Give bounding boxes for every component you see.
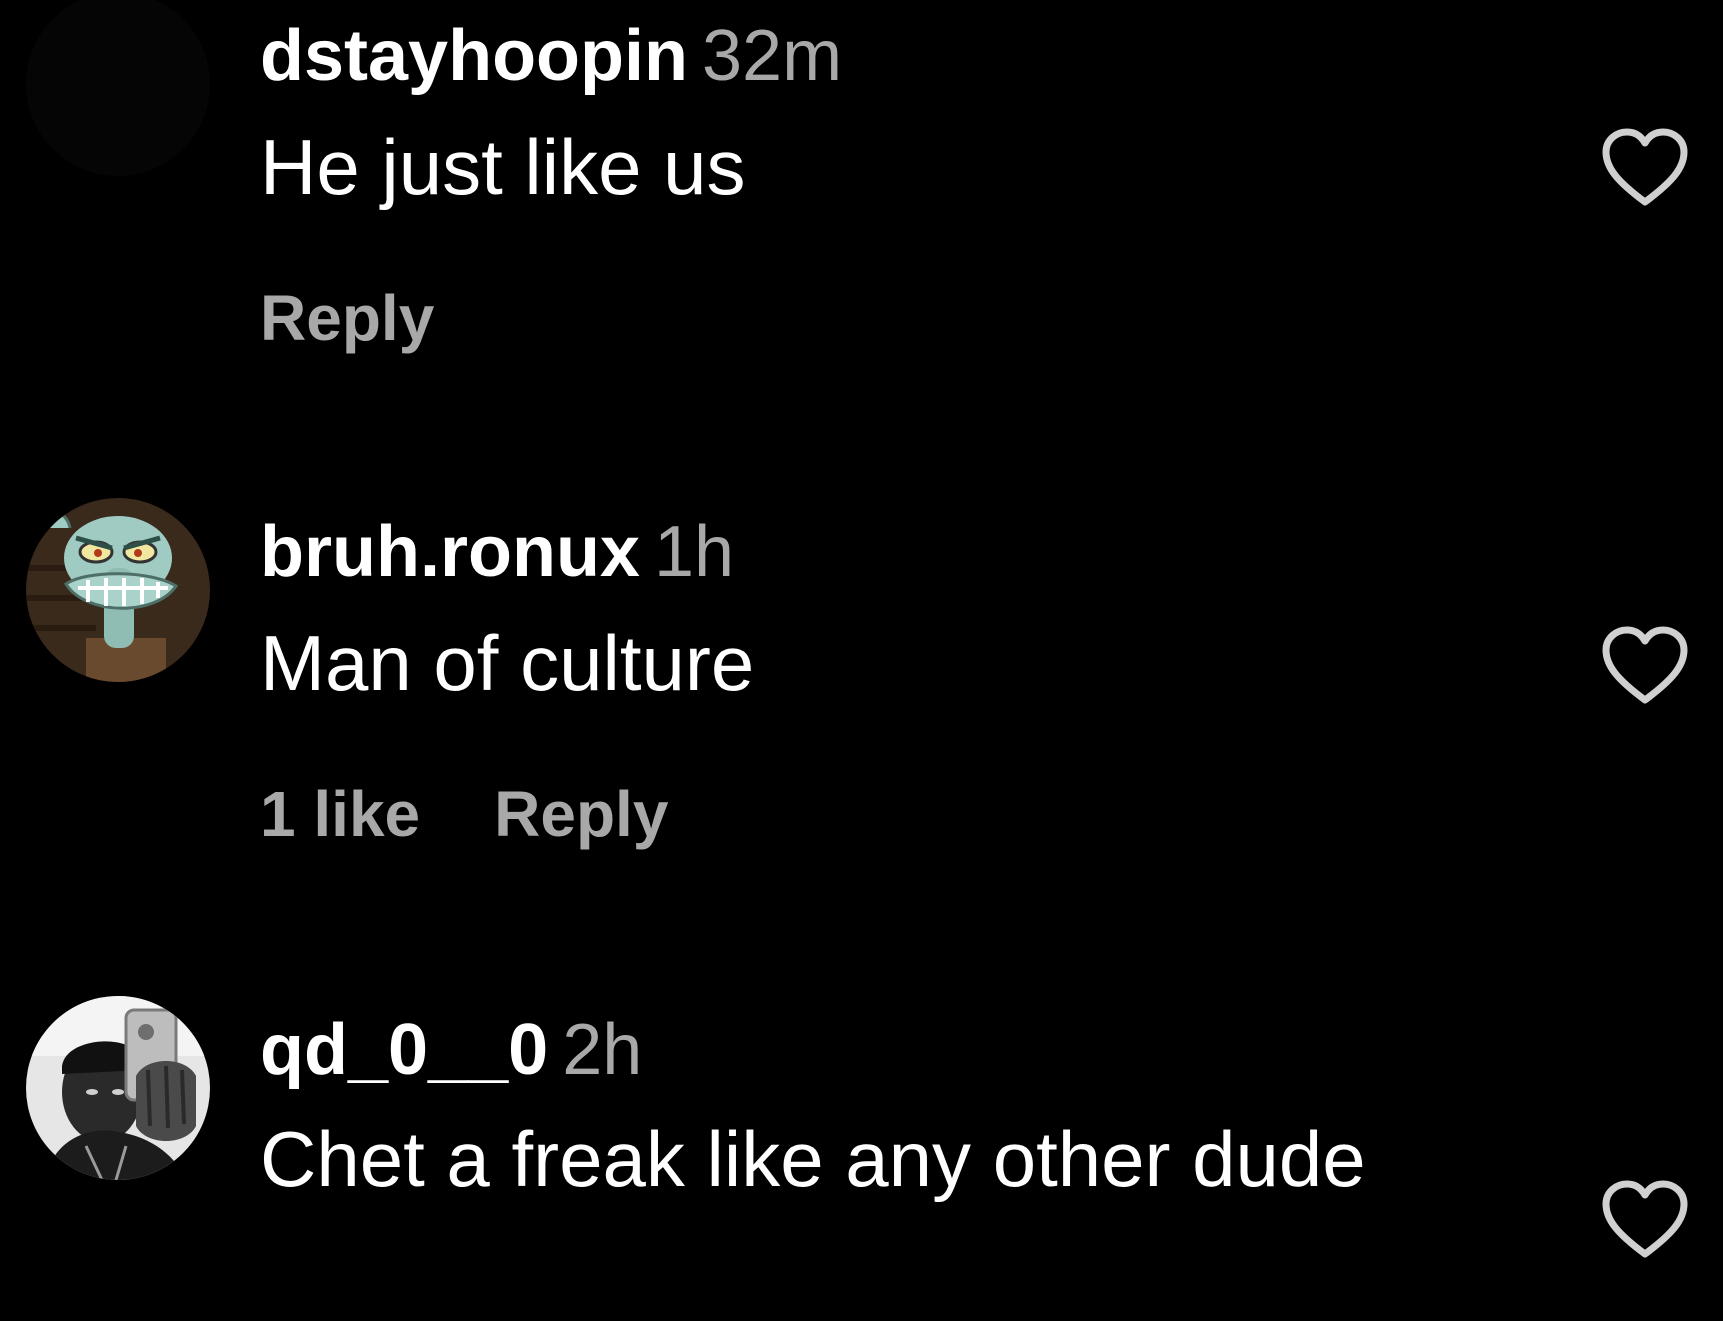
comment-actions: Reply [260, 282, 434, 354]
comment-item: dstayhoopin 32m He just like us Reply [0, 0, 1723, 460]
selfie-avatar[interactable] [26, 996, 210, 1180]
comment-username[interactable]: bruh.ronux [260, 512, 640, 592]
comment-actions: 1 like Reply [260, 778, 668, 850]
likes-count[interactable]: 1 like [260, 778, 420, 850]
reply-button[interactable]: Reply [260, 282, 434, 354]
comment-timestamp: 32m [702, 16, 843, 96]
comment-timestamp: 1h [653, 512, 735, 592]
heart-outline-icon[interactable] [1600, 624, 1690, 706]
comment-text: Chet a freak like any other dude [260, 1115, 1366, 1203]
heart-outline-icon[interactable] [1600, 126, 1690, 208]
comment-username[interactable]: dstayhoopin [260, 16, 688, 96]
comment-header: dstayhoopin 32m [260, 16, 842, 96]
comment-avatar[interactable] [26, 0, 210, 176]
comment-username[interactable]: qd_0__0 [260, 1010, 548, 1090]
comment-header: bruh.ronux 1h [260, 512, 734, 592]
squidward-avatar[interactable] [26, 498, 210, 682]
reply-button[interactable]: Reply [494, 778, 668, 850]
comment-text: He just like us [260, 123, 746, 211]
comment-timestamp: 2h [562, 1010, 643, 1090]
comment-header: qd_0__0 2h [260, 1010, 642, 1090]
comment-item: qd_0__0 2h Chet a freak like any other du… [0, 960, 1723, 1321]
comment-text: Man of culture [260, 619, 755, 707]
comment-item: bruh.ronux 1h Man of culture 1 like Reply [0, 460, 1723, 960]
heart-outline-icon[interactable] [1600, 1178, 1690, 1260]
